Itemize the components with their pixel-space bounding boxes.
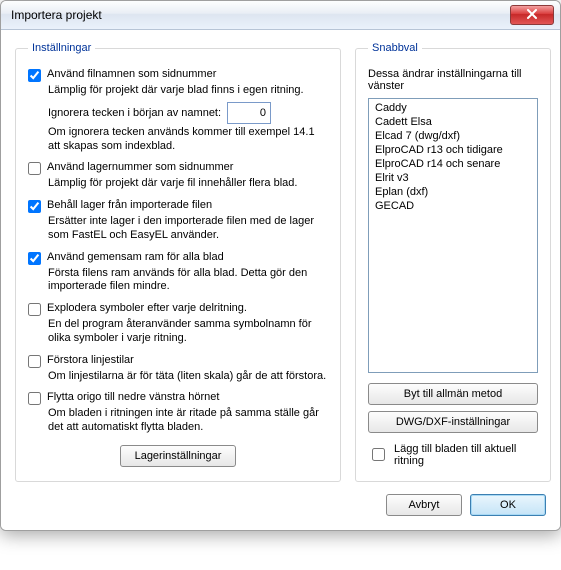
opt-label: Behåll lager från importerade filen	[47, 199, 212, 211]
opt-keep-layers: Behåll lager från importerade filen	[28, 199, 328, 213]
checkbox-add-to-current[interactable]	[372, 448, 385, 461]
opt-move-origin: Flytta origo till nedre vänstra hörnet	[28, 391, 328, 405]
list-item[interactable]: Cadett Elsa	[371, 115, 535, 129]
window-title: Importera projekt	[11, 8, 102, 22]
quickselect-group: Snabbval Dessa ändrar inställningarna ti…	[355, 42, 551, 482]
dialog-window: Importera projekt Inställningar Använd f…	[0, 0, 561, 531]
checkbox-explode-symbols[interactable]	[28, 303, 41, 316]
list-item[interactable]: Caddy	[371, 101, 535, 115]
opt-label: Använd lagernummer som sidnummer	[47, 161, 233, 173]
checkbox-filenames-as-pagenumbers[interactable]	[28, 69, 41, 82]
settings-group: Inställningar Använd filnamnen som sidnu…	[15, 42, 341, 482]
opt-sub: Om bladen i ritningen inte är ritade på …	[48, 407, 328, 435]
opt-layernumbers-as-pagenumbers: Använd lagernummer som sidnummer	[28, 161, 328, 175]
ignore-chars-label: Ignorera tecken i början av namnet:	[48, 107, 221, 119]
opt-sub: Första filens ram används för alla blad.…	[48, 267, 328, 295]
dialog-footer: Avbryt OK	[15, 494, 546, 516]
ignore-chars-input[interactable]	[227, 102, 271, 124]
general-method-button[interactable]: Byt till allmän metod	[368, 383, 538, 405]
checkbox-enlarge-linestyles[interactable]	[28, 355, 41, 368]
opt-sub: Om ignorera tecken används kommer till e…	[48, 126, 328, 154]
list-item[interactable]: ElproCAD r14 och senare	[371, 157, 535, 171]
dialog-body: Inställningar Använd filnamnen som sidnu…	[1, 30, 560, 530]
checkbox-keep-layers[interactable]	[28, 200, 41, 213]
list-item[interactable]: Elcad 7 (dwg/dxf)	[371, 129, 535, 143]
opt-sub: En del program återanvänder samma symbol…	[48, 318, 328, 346]
titlebar: Importera projekt	[1, 1, 560, 30]
opt-label: Använd gemensam ram för alla blad	[47, 251, 224, 263]
opt-common-frame: Använd gemensam ram för alla blad	[28, 251, 328, 265]
checkbox-layernumbers-as-pagenumbers[interactable]	[28, 162, 41, 175]
quickselect-listbox[interactable]: CaddyCadett ElsaElcad 7 (dwg/dxf)ElproCA…	[368, 98, 538, 373]
add-to-current-row: Lägg till bladen till aktuell ritning	[368, 443, 538, 467]
list-item[interactable]: Eplan (dxf)	[371, 185, 535, 199]
list-item[interactable]: GECAD	[371, 199, 535, 213]
settings-legend: Inställningar	[28, 42, 95, 54]
opt-label: Explodera symboler efter varje delritnin…	[47, 302, 247, 314]
ok-button[interactable]: OK	[470, 494, 546, 516]
dwg-dxf-settings-button[interactable]: DWG/DXF-inställningar	[368, 411, 538, 433]
opt-label: Förstora linjestilar	[47, 354, 134, 366]
checkbox-move-origin[interactable]	[28, 392, 41, 405]
opt-sub: Om linjestilarna är för täta (liten skal…	[48, 370, 328, 384]
quickselect-legend: Snabbval	[368, 42, 422, 54]
add-to-current-label: Lägg till bladen till aktuell ritning	[394, 443, 538, 467]
cancel-button[interactable]: Avbryt	[386, 494, 462, 516]
opt-sub: Lämplig för projekt där varje blad finns…	[48, 84, 328, 98]
list-item[interactable]: Elrit v3	[371, 171, 535, 185]
quickselect-desc: Dessa ändrar inställningarna till vänste…	[368, 68, 538, 92]
opt-label: Använd filnamnen som sidnummer	[47, 68, 216, 80]
opt-explode-symbols: Explodera symboler efter varje delritnin…	[28, 302, 328, 316]
ignore-chars-row: Ignorera tecken i början av namnet:	[48, 102, 328, 124]
close-icon	[526, 8, 538, 22]
close-button[interactable]	[510, 5, 554, 25]
checkbox-common-frame[interactable]	[28, 252, 41, 265]
opt-filenames-as-pagenumbers: Använd filnamnen som sidnummer	[28, 68, 328, 82]
opt-sub: Ersätter inte lager i den importerade fi…	[48, 215, 328, 243]
opt-label: Flytta origo till nedre vänstra hörnet	[47, 391, 219, 403]
list-item[interactable]: ElproCAD r13 och tidigare	[371, 143, 535, 157]
opt-enlarge-linestyles: Förstora linjestilar	[28, 354, 328, 368]
layer-settings-button[interactable]: Lagerinställningar	[120, 445, 237, 467]
opt-sub: Lämplig för projekt där varje fil innehå…	[48, 177, 328, 191]
